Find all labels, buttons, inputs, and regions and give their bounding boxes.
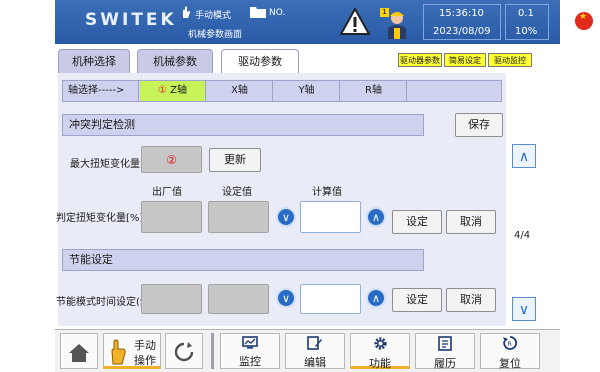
gear-icon bbox=[373, 337, 387, 350]
drive-monitor-button[interactable]: 驱动监控 bbox=[488, 53, 532, 67]
hand-icon bbox=[111, 339, 126, 365]
page-down-button[interactable]: ∨ bbox=[512, 297, 536, 321]
marker-1: ① bbox=[157, 85, 167, 96]
speed-percent: 10% bbox=[515, 26, 538, 37]
china-flag-icon[interactable]: ★ bbox=[575, 12, 593, 30]
calc-value-field[interactable] bbox=[300, 201, 361, 233]
screen-name: 机械参数画面 bbox=[188, 30, 243, 40]
history-button[interactable]: 履历 bbox=[415, 333, 475, 370]
monitor-button[interactable]: 监控 bbox=[220, 333, 280, 369]
page-indicator: 4/4 bbox=[514, 230, 531, 241]
axis-option-y[interactable]: Y轴 bbox=[274, 81, 340, 101]
axis-select-label: 轴选择-----> bbox=[63, 81, 139, 101]
home-button[interactable] bbox=[60, 333, 98, 369]
chevron-up-icon[interactable]: ∧ bbox=[366, 288, 386, 308]
date-display: 2023/08/09 bbox=[433, 26, 491, 37]
manual-op-button[interactable]: 手动 操作 bbox=[103, 333, 161, 369]
mode-label: 手动模式 bbox=[195, 11, 232, 21]
home-icon bbox=[69, 344, 89, 362]
hand-icon bbox=[180, 6, 192, 22]
nav-divider bbox=[211, 333, 214, 369]
page-up-button[interactable]: ∧ bbox=[512, 144, 536, 168]
tab-label: 机种选择 bbox=[72, 55, 116, 68]
collision-section-title: 冲突判定检测 bbox=[62, 114, 424, 136]
datetime-box: 15:36:10 2023/08/09 bbox=[423, 4, 501, 40]
update-button[interactable]: 更新 bbox=[209, 148, 261, 172]
speed-value: 0.1 bbox=[518, 8, 534, 19]
axis-select-row: 轴选择-----> ① Z轴 X轴 Y轴 R轴 bbox=[62, 80, 502, 102]
max-torque-field[interactable]: ② bbox=[141, 146, 202, 173]
tab-mechanical-params[interactable]: 机械参数 bbox=[137, 49, 213, 73]
function-button[interactable]: 功能 bbox=[350, 333, 410, 370]
save-button[interactable]: 保存 bbox=[455, 113, 503, 137]
top-bar: SWITEK 手动模式 NO. 机械参数画面 1 15:36:10 2023/0… bbox=[55, 0, 593, 44]
edit-button[interactable]: 编辑 bbox=[285, 333, 345, 369]
refresh-icon bbox=[174, 342, 194, 362]
drive-params-button[interactable]: 驱动器参数 bbox=[398, 53, 442, 67]
brand-logo: SWITEK bbox=[85, 10, 177, 30]
energy-factory-field bbox=[141, 284, 202, 314]
setting-value-field[interactable] bbox=[208, 201, 269, 233]
manual-op-label-2: 操作 bbox=[134, 354, 156, 367]
time-display: 15:36:10 bbox=[439, 8, 484, 19]
svg-text:R: R bbox=[508, 341, 512, 348]
axis-option-label: Z轴 bbox=[170, 85, 187, 96]
edit-icon bbox=[307, 336, 322, 350]
chevron-down-icon[interactable]: ∨ bbox=[276, 288, 296, 308]
tab-model-select[interactable]: 机种选择 bbox=[58, 49, 130, 73]
history-icon bbox=[438, 336, 452, 351]
monitor-icon bbox=[242, 336, 258, 349]
chevron-down-icon[interactable]: ∨ bbox=[276, 207, 296, 227]
speed-box: 0.1 10% bbox=[505, 4, 549, 40]
edit-label: 编辑 bbox=[304, 356, 326, 369]
energy-cancel-button[interactable]: 取消 bbox=[446, 288, 496, 312]
axis-option-r[interactable]: R轴 bbox=[341, 81, 407, 101]
manual-op-label: 手动 bbox=[134, 339, 156, 352]
max-torque-label: 最大扭矩变化量 bbox=[70, 159, 140, 170]
energy-time-label: 节能模式时间设定(S) bbox=[56, 297, 151, 308]
simple-settings-button[interactable]: 简易设定 bbox=[444, 53, 486, 67]
setting-value-header: 设定值 bbox=[222, 187, 252, 198]
axis-option-x[interactable]: X轴 bbox=[207, 81, 273, 101]
reset-button[interactable]: R 复位 bbox=[480, 333, 540, 370]
monitor-label: 监控 bbox=[239, 355, 261, 368]
factory-value-header: 出厂值 bbox=[152, 187, 182, 198]
energy-setting-field[interactable] bbox=[208, 284, 269, 314]
judge-torque-label: 判定扭矩变化量[%] bbox=[56, 213, 144, 224]
folder-icon bbox=[250, 6, 266, 21]
cancel-button[interactable]: 取消 bbox=[446, 210, 496, 234]
tab-label: 机械参数 bbox=[153, 55, 197, 68]
axis-option-z[interactable]: ① Z轴 bbox=[140, 81, 206, 101]
history-label: 履历 bbox=[434, 357, 456, 370]
energy-section-title: 节能设定 bbox=[62, 249, 424, 271]
energy-calc-field[interactable] bbox=[300, 284, 361, 314]
file-no-label: NO. bbox=[269, 8, 286, 18]
energy-set-button[interactable]: 设定 bbox=[392, 288, 442, 312]
reset-label: 复位 bbox=[499, 357, 521, 370]
tab-label: 驱动参数 bbox=[238, 55, 282, 68]
function-label: 功能 bbox=[369, 357, 391, 370]
factory-value-field bbox=[141, 201, 202, 233]
calc-value-header: 计算值 bbox=[312, 187, 342, 198]
chevron-up-icon[interactable]: ∧ bbox=[366, 207, 386, 227]
warning-icon[interactable] bbox=[339, 6, 371, 38]
refresh-button[interactable] bbox=[165, 333, 203, 369]
worker-icon bbox=[385, 9, 409, 42]
reset-icon: R bbox=[503, 336, 518, 350]
set-button[interactable]: 设定 bbox=[392, 210, 442, 234]
tab-drive-params[interactable]: 驱动参数 bbox=[221, 49, 299, 75]
